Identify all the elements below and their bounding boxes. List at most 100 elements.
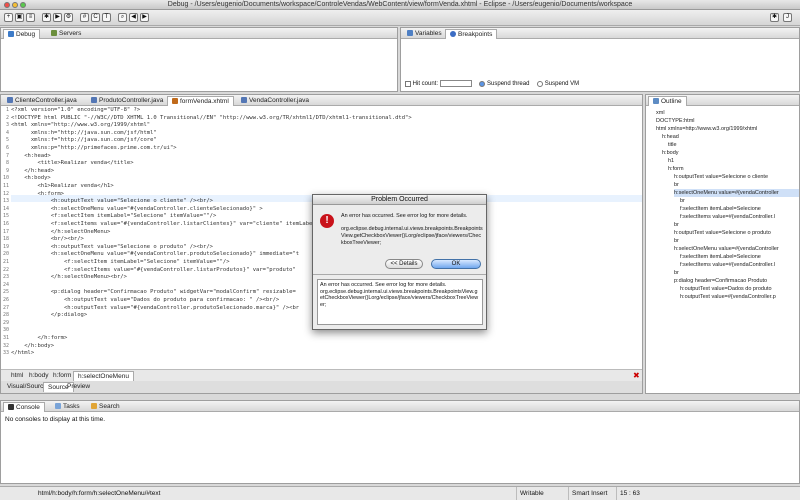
variables-icon <box>407 30 413 37</box>
perspective-debug-icon[interactable]: ✱ <box>770 13 779 22</box>
suspend-vm-radio[interactable] <box>537 80 544 87</box>
outline-item[interactable]: xml <box>656 109 665 117</box>
hit-count-checkbox[interactable] <box>405 80 411 87</box>
outline-item[interactable]: f:selectItem itemLabel=Selecione <box>680 205 761 213</box>
tab-console[interactable]: Console <box>3 402 45 412</box>
print-icon[interactable]: ≡ <box>26 13 35 22</box>
code-line: <h:head> <box>11 152 51 159</box>
open-type-icon[interactable]: T <box>102 13 111 22</box>
code-line: <h:selectOneMenu value="#{vendaControlle… <box>11 205 263 212</box>
details-text-area[interactable]: An error has occurred. See error log for… <box>317 279 483 325</box>
close-window-button[interactable] <box>4 2 10 8</box>
outline-tree[interactable]: xml DOCTYPE:html html xmlns=http://www.w3.… <box>646 106 799 393</box>
outline-item[interactable]: h:outputText value=Selecione o produto <box>674 229 771 237</box>
breakpoint-icon <box>450 31 456 38</box>
new-icon[interactable]: + <box>4 13 13 22</box>
java-file-icon <box>91 97 97 104</box>
code-line: <f:selectItems value="#{vendaController.… <box>11 221 319 227</box>
tab-tasks[interactable]: Tasks <box>51 402 84 412</box>
suspend-thread-radio[interactable] <box>479 80 486 87</box>
tasks-icon <box>55 403 61 410</box>
tab-vendacontroller[interactable]: VendaController.java <box>237 96 313 106</box>
tab-servers[interactable]: Servers <box>47 29 85 39</box>
dialog-message: An error has occurred. See error log for… <box>341 213 468 219</box>
console-empty-message: No consoles to display at this time. <box>5 416 106 423</box>
code-line: <!DOCTYPE html PUBLIC "-//W3C//DTD XHTML… <box>11 114 412 121</box>
xhtml-file-icon <box>172 98 178 105</box>
breadcrumb-form[interactable]: h:form <box>49 371 75 381</box>
outline-item[interactable]: f:selectItems value=#{vendaController.l <box>680 213 775 221</box>
tab-clientecontroller[interactable]: ClienteController.java <box>3 96 81 106</box>
tab-outline[interactable]: Outline <box>648 96 687 106</box>
external-tools-icon[interactable]: ⚙ <box>64 13 73 22</box>
hit-count-row: Hit count: Suspend thread Suspend VM <box>405 80 579 87</box>
code-line: xmlns:f="http://java.sun.com/jsf/core" <box>11 137 157 144</box>
outline-item[interactable]: h:outputText value=#{vendaController.p <box>680 293 776 301</box>
outline-item[interactable]: html xmlns=http://www.w3.org/1999/xhtml <box>656 125 757 133</box>
outline-item[interactable]: f:selectItem itemLabel=Selecione <box>680 253 761 261</box>
code-line: xmlns:h="http://java.sun.com/jsf/html" <box>11 129 157 136</box>
outline-item[interactable]: h:selectOneMenu value=#{vendaController <box>674 245 779 253</box>
tab-produtocontroller[interactable]: ProdutoController.java <box>87 96 167 106</box>
console-tabbar: Console Tasks Search <box>1 401 799 412</box>
run-icon[interactable]: ▶ <box>53 13 62 22</box>
outline-item[interactable]: br <box>680 197 685 205</box>
search-icon[interactable]: ⌕ <box>118 13 127 22</box>
outline-item[interactable]: title <box>668 141 677 149</box>
save-icon[interactable]: ▣ <box>15 13 24 22</box>
outline-item[interactable]: h1 <box>668 157 674 165</box>
code-line: <f:selectItems value="#{vendaController.… <box>11 266 296 273</box>
problem-dialog: Problem Occurred ! An error has occurred… <box>312 194 487 330</box>
forward-icon[interactable]: ▶ <box>140 13 149 22</box>
outline-item[interactable]: p:dialog header=Confirmacao Produto <box>674 277 767 285</box>
code-line: <h:outputText value="#{vendaController.p… <box>11 304 300 311</box>
debug-icon[interactable]: ✱ <box>42 13 51 22</box>
code-line: </h:selectOneMenu> <box>11 228 111 235</box>
status-position: 15 : 63 <box>616 487 664 500</box>
search-tab-icon <box>91 403 97 410</box>
error-icon: ! <box>320 214 334 228</box>
variables-panel: Variables Breakpoints Hit count: Suspend… <box>400 27 800 92</box>
outline-item[interactable]: h:body <box>662 149 679 157</box>
dialog-detail: org.eclipse.debug.internal.ui.views.brea… <box>341 226 483 246</box>
maximize-window-button[interactable] <box>20 2 26 8</box>
back-icon[interactable]: ◀ <box>129 13 138 22</box>
code-line: <h:outputText value="Selecione o produto… <box>11 243 213 250</box>
tab-breakpoints[interactable]: Breakpoints <box>445 29 498 39</box>
outline-item[interactable]: h:selectOneMenu value=#{vendaController <box>674 189 799 197</box>
minimize-window-button[interactable] <box>12 2 18 8</box>
outline-item[interactable]: h:outputText value=Selecione o cliente <box>674 173 768 181</box>
code-line: </h:form> <box>11 335 68 341</box>
outline-item[interactable]: h:head <box>662 133 679 141</box>
perspective-java-icon[interactable]: J <box>783 13 792 22</box>
tab-formvenda[interactable]: formVenda.xhtml <box>167 96 234 106</box>
tab-debug[interactable]: Debug <box>3 29 41 39</box>
debug-tabbar: Debug Servers <box>1 28 397 39</box>
breadcrumb-selectonemenu[interactable]: h:selectOneMenu <box>73 371 134 381</box>
outline-item[interactable]: br <box>674 181 679 189</box>
code-line: <title>Realizar venda</title> <box>11 160 134 167</box>
dialog-separator <box>313 274 486 275</box>
outline-item[interactable]: f:selectItems value=#{vendaController.l <box>680 261 775 269</box>
outline-item[interactable]: br <box>674 269 679 277</box>
outline-item[interactable]: h:outputText value=Dados do produto <box>680 285 772 293</box>
code-line: </html> <box>11 350 35 357</box>
hit-count-input[interactable] <box>439 80 472 87</box>
outline-item[interactable]: DOCTYPE:html <box>656 117 695 125</box>
code-line: <h:outputText value="Selecione o cliente… <box>11 198 213 205</box>
window-titlebar: Debug - /Users/eugenio/Documents/workspa… <box>0 0 800 10</box>
tab-preview[interactable]: Preview <box>63 382 94 392</box>
new-class-icon[interactable]: C <box>91 13 100 22</box>
tab-search[interactable]: Search <box>87 402 124 412</box>
editor-tabbar: ClienteController.java ProdutoController… <box>1 95 642 106</box>
outline-item[interactable]: br <box>674 237 679 245</box>
tab-variables[interactable]: Variables <box>403 29 446 39</box>
editor-mode-tabs: Visual/Source Source Preview <box>1 381 642 393</box>
outline-item[interactable]: h:form <box>668 165 684 173</box>
ok-button[interactable]: OK <box>431 259 481 269</box>
console-icon <box>8 404 14 411</box>
details-button[interactable]: << Details <box>385 259 423 269</box>
outline-item[interactable]: br <box>674 221 679 229</box>
java-file-icon <box>241 97 247 104</box>
new-package-icon[interactable]: # <box>80 13 89 22</box>
